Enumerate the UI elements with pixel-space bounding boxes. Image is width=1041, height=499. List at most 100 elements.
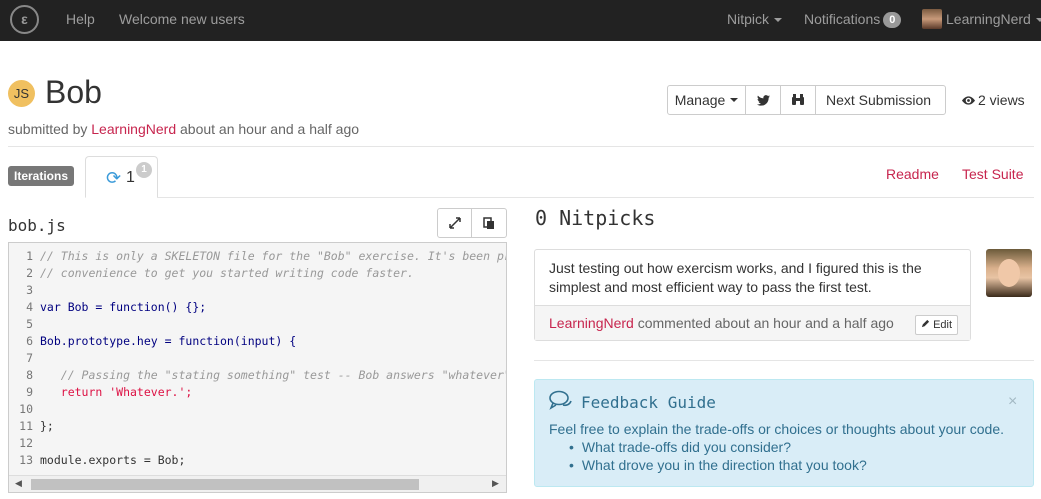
comment-meta: LearningNerd commented about an hour and… bbox=[549, 315, 894, 331]
feedback-guide-text: Feel free to explain the trade-offs or c… bbox=[549, 421, 1005, 437]
code-text: // This is only a SKELETON file for the … bbox=[40, 249, 506, 263]
horizontal-scrollbar[interactable]: ◀ ▶ bbox=[9, 475, 506, 492]
copy-icon bbox=[483, 216, 494, 229]
edit-label: Edit bbox=[933, 319, 953, 331]
binoculars-button[interactable] bbox=[780, 85, 816, 115]
line-number: 10 bbox=[19, 402, 33, 416]
nitpick-label: Nitpick bbox=[727, 11, 770, 27]
eye-icon bbox=[962, 96, 975, 105]
pencil-icon bbox=[921, 319, 930, 328]
exercism-logo-icon[interactable]: ε bbox=[10, 5, 39, 34]
expand-icon bbox=[448, 217, 461, 229]
nav-nitpick-dropdown[interactable]: Nitpick bbox=[727, 11, 783, 27]
twitter-share-button[interactable] bbox=[745, 85, 781, 115]
user-name-label: LearningNerd bbox=[946, 11, 1031, 27]
nitpicks-divider bbox=[534, 360, 1034, 361]
line-number: 2 bbox=[26, 266, 33, 280]
action-button-group: Manage Next Submission bbox=[667, 85, 946, 115]
code-line: 10 bbox=[9, 401, 40, 418]
code-text: }; bbox=[40, 419, 54, 433]
feedback-guide-list: What trade-offs did you consider? What d… bbox=[569, 439, 867, 475]
submitted-time: about an hour and a half ago bbox=[176, 121, 360, 137]
code-line: 1 // This is only a SKELETON file for the… bbox=[9, 248, 506, 265]
code-line: 12 bbox=[9, 435, 40, 452]
feedback-guide-title: Feedback Guide bbox=[581, 393, 716, 412]
comment-time: commented about an hour and a half ago bbox=[633, 315, 894, 331]
next-submission-button[interactable]: Next Submission bbox=[815, 85, 946, 115]
submission-meta: submitted by LearningNerd about an hour … bbox=[8, 121, 359, 137]
line-number: 9 bbox=[26, 385, 33, 399]
manage-label: Manage bbox=[674, 92, 726, 108]
test-suite-link[interactable]: Test Suite bbox=[962, 166, 1023, 182]
code-text: // Passing the "stating something" test … bbox=[60, 368, 507, 382]
iteration-badge: 1 bbox=[136, 162, 152, 178]
line-number: 1 bbox=[26, 249, 33, 263]
comment-footer: LearningNerd commented about an hour and… bbox=[535, 305, 970, 340]
nav-notifications-link[interactable]: Notifications 0 bbox=[804, 11, 902, 28]
file-name: bob.js bbox=[8, 216, 66, 235]
readme-link[interactable]: Readme bbox=[886, 166, 939, 182]
commenter-avatar[interactable] bbox=[986, 249, 1032, 297]
code-line: 7 bbox=[9, 350, 40, 367]
scroll-left-icon[interactable]: ◀ bbox=[15, 478, 22, 489]
line-number: 8 bbox=[26, 368, 33, 382]
iteration-number: 1 bbox=[126, 169, 135, 186]
line-number: 6 bbox=[26, 334, 33, 348]
code-text: // convenience to get you started writin… bbox=[40, 266, 414, 280]
copy-button[interactable] bbox=[471, 208, 507, 238]
page-title: Bob bbox=[45, 74, 102, 110]
expand-button[interactable] bbox=[437, 208, 472, 238]
tabs-divider bbox=[157, 197, 1034, 198]
code-line: 11}; bbox=[9, 418, 54, 435]
line-number: 5 bbox=[26, 317, 33, 331]
code-viewer[interactable]: 1 // This is only a SKELETON file for the… bbox=[8, 242, 507, 493]
code-line: 3 bbox=[9, 282, 40, 299]
close-icon[interactable]: × bbox=[1008, 393, 1017, 411]
header-divider bbox=[8, 146, 1034, 147]
next-submission-label: Next Submission bbox=[825, 92, 932, 108]
tab-iteration-1[interactable]: ⟳ 1 1 bbox=[85, 156, 158, 198]
code-line: 2 // convenience to get you started writi… bbox=[9, 265, 414, 282]
comment-body: Just testing out how exercism works, and… bbox=[549, 260, 922, 295]
comments-icon bbox=[549, 390, 573, 416]
refresh-icon: ⟳ bbox=[106, 168, 122, 188]
code-text: var Bob = function() {}; bbox=[40, 300, 207, 314]
line-number: 13 bbox=[19, 453, 33, 467]
comment-author-link[interactable]: LearningNerd bbox=[549, 315, 634, 331]
code-text: Bob.prototype.hey = function(input) { bbox=[40, 334, 297, 348]
code-line: 9 return 'Whatever.'; bbox=[9, 384, 192, 401]
scrollbar-thumb[interactable] bbox=[31, 479, 419, 490]
caret-down-icon bbox=[774, 18, 783, 23]
nav-help-link[interactable]: Help bbox=[66, 11, 95, 27]
code-text: return 'Whatever.'; bbox=[40, 385, 193, 399]
code-line: 13 module.exports = Bob; bbox=[9, 452, 185, 469]
line-number: 3 bbox=[26, 283, 33, 297]
comment-card: Just testing out how exercism works, and… bbox=[534, 249, 971, 341]
nav-user-dropdown[interactable]: LearningNerd bbox=[946, 11, 1041, 27]
feedback-guide-panel: Feedback Guide × Feel free to explain th… bbox=[534, 379, 1034, 487]
list-item: What drove you in the direction that you… bbox=[569, 457, 867, 475]
views-count: 2 views bbox=[962, 92, 1025, 108]
code-line: 6 Bob.prototype.hey = function(input) { bbox=[9, 333, 296, 350]
caret-down-icon bbox=[730, 98, 739, 102]
scroll-right-icon[interactable]: ▶ bbox=[492, 478, 499, 489]
manage-dropdown-button[interactable]: Manage bbox=[667, 85, 746, 115]
twitter-icon bbox=[756, 94, 770, 106]
submitted-by-prefix: submitted by bbox=[8, 121, 92, 137]
user-avatar[interactable] bbox=[922, 9, 942, 29]
top-navbar: ε Help Welcome new users Nitpick Notific… bbox=[0, 0, 1041, 41]
binoculars-icon bbox=[792, 94, 804, 105]
nav-welcome-link[interactable]: Welcome new users bbox=[119, 11, 245, 27]
author-link[interactable]: LearningNerd bbox=[91, 121, 176, 137]
code-line: 8 // Passing the "stating something" tes… bbox=[9, 367, 507, 384]
edit-comment-button[interactable]: Edit bbox=[915, 315, 959, 335]
code-line: 5 bbox=[9, 316, 40, 333]
list-item: What trade-offs did you consider? bbox=[569, 439, 867, 457]
iterations-label: Iterations bbox=[8, 166, 75, 186]
nitpicks-heading: 0 Nitpicks bbox=[535, 206, 656, 230]
line-number: 7 bbox=[26, 351, 33, 365]
notifications-label: Notifications bbox=[804, 11, 881, 27]
code-text: module.exports = Bob; bbox=[40, 453, 186, 467]
code-line: 4 var Bob = function() {}; bbox=[9, 299, 206, 316]
line-number: 11 bbox=[19, 419, 33, 433]
